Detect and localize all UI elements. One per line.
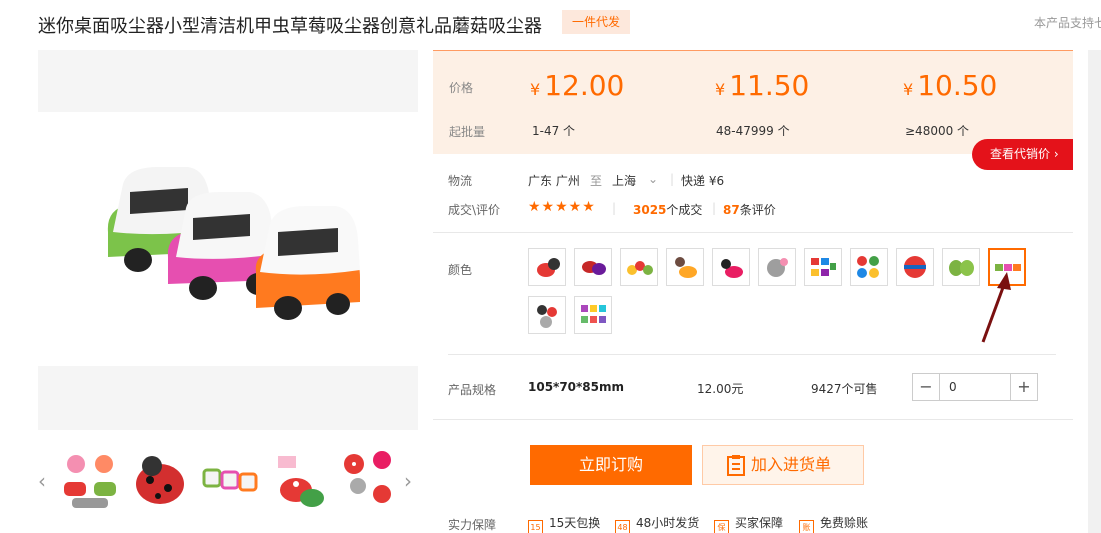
car-orange	[255, 206, 360, 320]
product-title: 迷你桌面吸尘器小型清洁机甲虫草莓吸尘器创意礼品蘑菇吸尘器	[38, 16, 542, 37]
to-word: 至	[590, 174, 603, 188]
view-agent-price-button[interactable]: 查看代销价 ›	[972, 139, 1073, 170]
divider	[433, 232, 1073, 233]
ship-from: 广东 广州	[528, 174, 580, 188]
add-to-cart-label: 加入进货单	[751, 455, 832, 474]
review-count[interactable]: 87条评价	[723, 201, 776, 218]
guarantee-exchange[interactable]: 15 15天包换	[528, 514, 600, 533]
thumbnail[interactable]	[58, 448, 122, 512]
batch-label: 起批量	[449, 125, 486, 139]
thumbnail[interactable]	[198, 448, 262, 512]
price-panel: 价格 起批量 ¥12.00 ¥11.50 ¥10.50 1-47 个 48-47…	[433, 50, 1073, 154]
guarantee-credit[interactable]: 账免费赊账	[799, 514, 868, 533]
divider: |	[670, 172, 675, 186]
color-swatch-robot[interactable]	[758, 248, 796, 286]
dropship-tag[interactable]: 一件代发	[562, 10, 631, 34]
divider: |	[712, 201, 717, 215]
thumbnail-strip: ‹ ›	[38, 448, 418, 514]
color-swatch-beetle[interactable]	[574, 248, 612, 286]
scrollbar[interactable]	[1088, 50, 1101, 533]
thumbnail[interactable]	[128, 448, 192, 512]
spec-label: 产品规格	[448, 383, 497, 397]
annotation-arrow-icon	[981, 272, 1011, 343]
batch-range-2: 48-47999 个	[716, 124, 790, 138]
batch-range-1: 1-47 个	[532, 124, 576, 138]
price-tier-2: ¥11.50	[715, 69, 810, 102]
ship-to-select[interactable]: 上海	[612, 172, 636, 189]
order-now-button[interactable]: 立即订购	[530, 445, 692, 485]
price-label: 价格	[449, 81, 474, 95]
shipping-icon: 48	[615, 520, 630, 533]
deals-label: 成交\评价	[448, 203, 501, 217]
main-product-image	[38, 112, 418, 366]
chevron-down-icon[interactable]: ⌄	[648, 172, 658, 186]
color-swatch-ball[interactable]	[896, 248, 934, 286]
express-fee: 快递 ¥6	[681, 174, 725, 188]
next-arrow-icon[interactable]: ›	[404, 470, 418, 492]
support-text: 本产品支持七	[1034, 16, 1101, 30]
color-swatch-ladybug[interactable]	[528, 248, 566, 286]
color-swatch-mini-bus[interactable]	[804, 248, 842, 286]
color-swatch-panda[interactable]	[712, 248, 750, 286]
increase-button[interactable]: +	[1010, 374, 1037, 400]
thumbnail[interactable]	[268, 448, 332, 512]
divider: |	[612, 201, 617, 215]
gallery-bottom-pad	[38, 366, 418, 430]
logistics-label: 物流	[448, 174, 473, 188]
price-tier-1: ¥12.00	[530, 69, 625, 102]
spec-stock: 9427个可售	[811, 382, 878, 396]
divider	[448, 354, 1056, 355]
prev-arrow-icon[interactable]: ‹	[38, 470, 52, 492]
quantity-stepper: − 0 +	[912, 373, 1038, 401]
gallery-top-pad	[38, 50, 418, 112]
guarantee-shipping[interactable]: 48 48小时发货	[615, 514, 699, 533]
rating-stars-icon: ★★★★★	[528, 199, 596, 215]
deal-count[interactable]: 3025个成交	[633, 201, 702, 218]
shield-icon: 保	[714, 520, 729, 533]
color-swatch-colorful[interactable]	[574, 296, 612, 334]
spec-price: 12.00元	[697, 382, 744, 396]
price-tier-3: ¥10.50	[903, 69, 998, 102]
spec-size: 105*70*85mm	[528, 380, 625, 394]
divider	[433, 419, 1073, 420]
exchange-icon: 15	[528, 520, 543, 533]
color-swatch-frog[interactable]	[850, 248, 888, 286]
thumbnail[interactable]	[338, 448, 402, 512]
color-swatch-strawberry[interactable]	[666, 248, 704, 286]
decrease-button[interactable]: −	[913, 374, 940, 400]
credit-icon: 账	[799, 520, 814, 533]
clipboard-icon	[727, 455, 745, 476]
batch-range-3: ≥48000 个	[905, 124, 970, 138]
guarantee-buyer[interactable]: 保买家保障	[714, 514, 783, 533]
color-swatch-mushroom[interactable]	[620, 248, 658, 286]
guarantee-label: 实力保障	[448, 518, 497, 532]
color-label: 颜色	[448, 263, 473, 277]
color-swatch-bug[interactable]	[528, 296, 566, 334]
add-to-cart-button[interactable]: 加入进货单	[702, 445, 864, 485]
quantity-input[interactable]: 0	[941, 374, 1011, 400]
